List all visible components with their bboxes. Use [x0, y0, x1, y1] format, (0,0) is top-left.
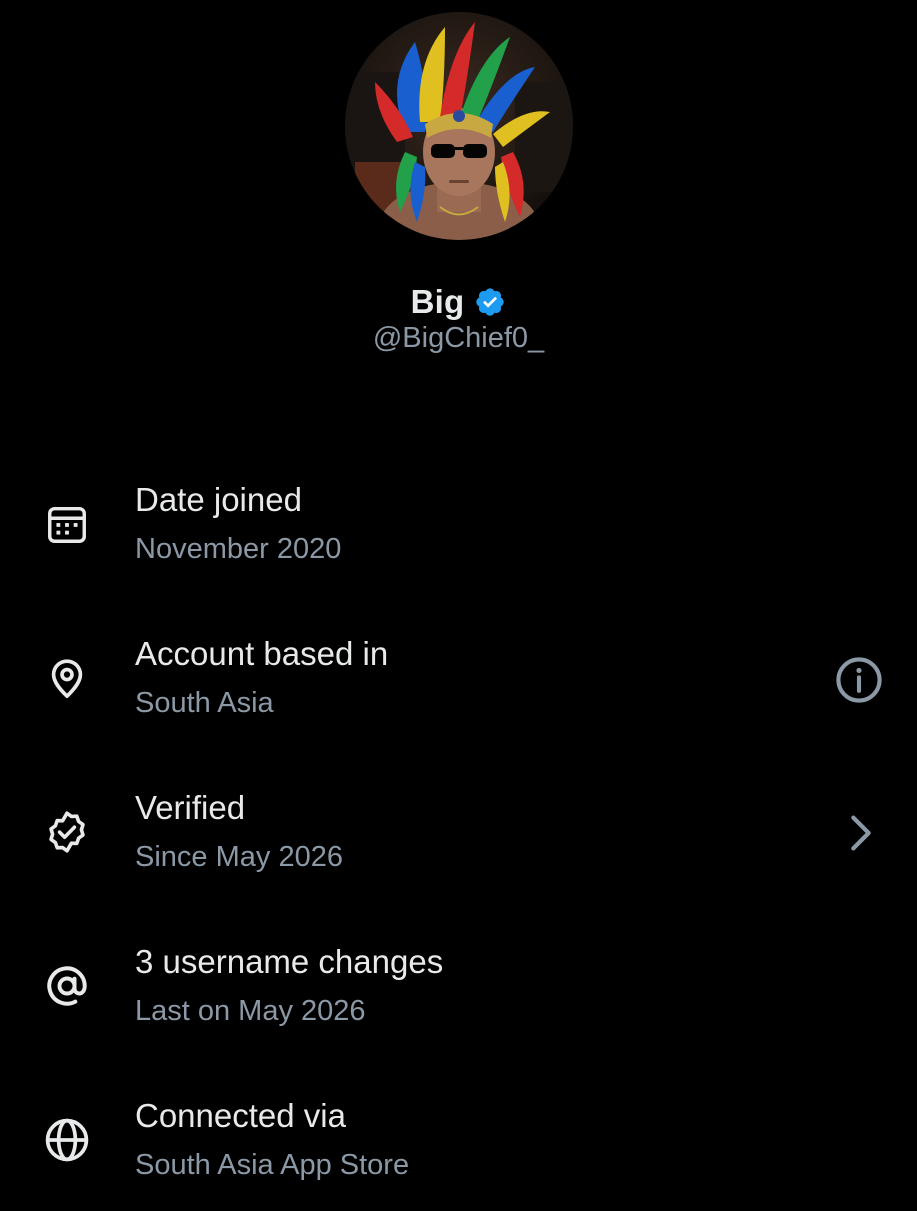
- chevron-right-icon[interactable]: [836, 807, 886, 859]
- avatar[interactable]: [345, 12, 573, 240]
- date-joined-value: November 2020: [135, 533, 342, 565]
- username-changes-row: 3 username changes Last on May 2026: [0, 937, 917, 1057]
- profile-name-row: Big: [0, 280, 917, 324]
- account-based-in-value: South Asia: [135, 687, 274, 719]
- calendar-icon: [40, 497, 94, 551]
- verified-since-value: Since May 2026: [135, 841, 343, 873]
- date-joined-row: Date joined November 2020: [0, 475, 917, 595]
- display-name: Big: [410, 283, 465, 320]
- globe-icon: [40, 1113, 94, 1167]
- verified-badge-icon[interactable]: [474, 286, 506, 318]
- info-icon[interactable]: [832, 653, 886, 707]
- username-changes-last-value: Last on May 2026: [135, 995, 366, 1027]
- location-pin-icon: [40, 651, 94, 705]
- verified-title: Verified: [135, 789, 246, 826]
- connected-via-title: Connected via: [135, 1097, 346, 1134]
- username-changes-title: 3 username changes: [135, 943, 444, 980]
- at-sign-icon: [40, 959, 94, 1013]
- account-based-in-row: Account based in South Asia: [0, 629, 917, 749]
- date-joined-title: Date joined: [135, 481, 302, 518]
- verified-row[interactable]: Verified Since May 2026: [0, 783, 917, 903]
- connected-via-row: Connected via South Asia App Store: [0, 1091, 917, 1211]
- username-handle: @BigChief0_: [372, 322, 545, 354]
- verified-badge-outline-icon: [40, 805, 94, 859]
- account-based-in-title: Account based in: [135, 635, 389, 672]
- connected-via-value: South Asia App Store: [135, 1149, 410, 1181]
